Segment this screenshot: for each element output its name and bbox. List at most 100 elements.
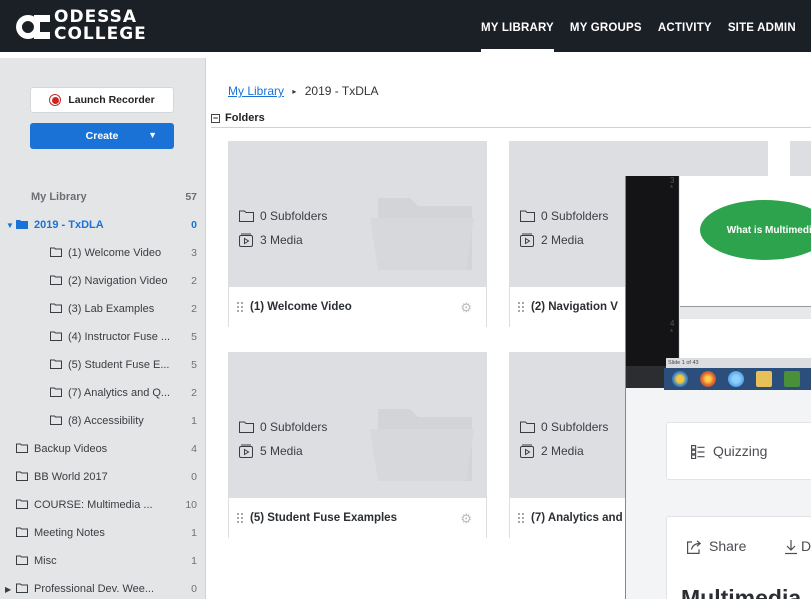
slide-thumbnail[interactable] <box>680 319 811 359</box>
create-button[interactable]: Create ▼ <box>30 123 174 149</box>
sidebar-item-misc[interactable]: Misc 1 <box>0 547 206 575</box>
gear-icon[interactable]: ⚙ <box>460 511 472 527</box>
share-icon[interactable] <box>687 540 702 554</box>
sidebar-item-label: Meeting Notes <box>34 527 105 539</box>
sidebar-item-course-multimedia[interactable]: COURSE: Multimedia ... 10 <box>0 491 206 519</box>
folder-icon <box>520 421 535 433</box>
nav-my-groups[interactable]: MY GROUPS <box>570 0 642 52</box>
sidebar-item-count: 1 <box>191 555 197 567</box>
nav-my-library[interactable]: MY LIBRARY <box>481 0 554 52</box>
media-icon <box>520 444 534 458</box>
sidebar-item-analytics[interactable]: (7) Analytics and Q... 2 <box>0 379 206 407</box>
drag-handle-icon[interactable] <box>236 512 244 524</box>
logo-text: ODESSA COLLEGE <box>54 9 147 43</box>
sidebar-item-my-library[interactable]: My Library 57 <box>0 183 206 211</box>
app-window: ODESSA COLLEGE MY LIBRARY MY GROUPS ACTI… <box>0 0 811 599</box>
collapse-toggle-icon[interactable]: − <box>211 114 220 123</box>
ppt-status-bar: Slide 1 of 43 <box>666 358 811 368</box>
sidebar-item-count: 2 <box>191 387 197 399</box>
nav-site-admin[interactable]: SITE ADMIN <box>728 0 796 52</box>
main-nav: MY LIBRARY MY GROUPS ACTIVITY SITE ADMIN <box>481 0 796 52</box>
folder-thumbnail: 0 Subfolders 5 Media <box>229 353 486 498</box>
sidebar-item-welcome-video[interactable]: (1) Welcome Video 3 <box>0 239 206 267</box>
quizzing-label: Quizzing <box>713 443 768 459</box>
media-count: 2 Media <box>520 444 584 458</box>
folder-thumbnail: 0 Subfolders 3 Media <box>229 142 486 287</box>
folder-card-welcome-video[interactable]: 0 Subfolders 3 Media (1) Welcome Video ⚙ <box>228 141 487 327</box>
sidebar-item-student-fuse[interactable]: (5) Student Fuse E... 5 <box>0 351 206 379</box>
large-folder-icon <box>370 409 474 481</box>
media-count-text: 3 Media <box>260 233 303 247</box>
folder-card-title[interactable]: (7) Analytics and <box>531 512 623 524</box>
logo-mark-icon <box>16 15 50 39</box>
ppt-status-text: Slide 1 of 43 <box>668 360 699 366</box>
firefox-icon[interactable] <box>700 371 716 387</box>
subfolder-count: 0 Subfolders <box>520 420 608 434</box>
media-icon <box>239 233 253 247</box>
folder-open-icon <box>16 220 28 229</box>
sidebar-item-count: 5 <box>191 331 197 343</box>
subfolder-count-text: 0 Subfolders <box>541 209 609 223</box>
sidebar-item-professional-dev[interactable]: ▶ Professional Dev. Wee... 0 <box>0 575 206 599</box>
sidebar-item-label: BB World 2017 <box>34 471 108 483</box>
folder-icon <box>16 527 28 537</box>
folder-icon <box>239 210 254 222</box>
drag-handle-icon[interactable] <box>517 301 525 313</box>
folders-section-header: − Folders <box>211 112 811 128</box>
folder-card-student-fuse-examples[interactable]: 0 Subfolders 5 Media (5) Student Fuse Ex… <box>228 352 487 538</box>
folder-card-title[interactable]: (5) Student Fuse Examples <box>250 512 397 524</box>
presentation-screenshot: 3 * What is Multimedia 4 * Slide 1 of 43 <box>626 176 811 390</box>
sidebar-item-bb-world[interactable]: BB World 2017 0 <box>0 463 206 491</box>
media-count-text: 5 Media <box>260 444 303 458</box>
sidebar-item-label: (4) Instructor Fuse ... <box>68 331 171 343</box>
folder-icon <box>50 415 62 425</box>
sidebar-item-count: 0 <box>191 583 197 595</box>
sidebar-item-count: 57 <box>185 191 197 203</box>
logo-line2: COLLEGE <box>54 24 147 44</box>
folder-icon <box>50 359 62 369</box>
sidebar-item-label: Misc <box>34 555 57 567</box>
sidebar-item-label: COURSE: Multimedia ... <box>34 499 153 511</box>
media-preview-window[interactable]: 3 * What is Multimedia 4 * Slide 1 of 43… <box>625 176 811 599</box>
gear-icon[interactable]: ⚙ <box>460 300 472 316</box>
sidebar-item-backup-videos[interactable]: Backup Videos 4 <box>0 435 206 463</box>
share-label[interactable]: Share <box>709 538 746 554</box>
sidebar-item-lab-examples[interactable]: (3) Lab Examples 2 <box>0 295 206 323</box>
quiz-list-icon <box>691 445 705 459</box>
internet-explorer-icon[interactable] <box>728 371 744 387</box>
download-label[interactable]: D <box>801 538 811 554</box>
create-label: Create <box>85 130 119 142</box>
drag-handle-icon[interactable] <box>236 301 244 313</box>
launch-recorder-label: Launch Recorder <box>68 94 155 106</box>
quizzing-tab[interactable]: Quizzing <box>666 422 811 480</box>
sidebar-item-count: 2 <box>191 303 197 315</box>
media-title: Multimedia <box>681 585 802 599</box>
sidebar-item-label: (7) Analytics and Q... <box>68 387 171 399</box>
sidebar-item-instructor-fuse[interactable]: (4) Instructor Fuse ... 5 <box>0 323 206 351</box>
sidebar-item-navigation-video[interactable]: (2) Navigation Video 2 <box>0 267 206 295</box>
folder-icon <box>16 555 28 565</box>
sidebar-item-meeting-notes[interactable]: Meeting Notes 1 <box>0 519 206 547</box>
folder-card-title[interactable]: (2) Navigation V <box>531 301 618 313</box>
subfolder-count-text: 0 Subfolders <box>541 420 609 434</box>
nav-activity[interactable]: ACTIVITY <box>658 0 712 52</box>
sidebar-item-label: 2019 - TxDLA <box>34 219 104 231</box>
app-icon[interactable] <box>784 371 800 387</box>
windows-start-icon[interactable] <box>672 371 688 387</box>
sidebar-item-label: (2) Navigation Video <box>68 275 168 287</box>
sidebar-item-2019-txdla[interactable]: ▼ 2019 - TxDLA 0 <box>0 211 206 239</box>
windows-taskbar <box>664 368 811 390</box>
download-icon[interactable] <box>784 539 798 555</box>
expanded-arrow-icon[interactable]: ▼ <box>6 221 14 230</box>
sidebar-item-count: 4 <box>191 443 197 455</box>
breadcrumb-my-library-link[interactable]: My Library <box>228 84 284 98</box>
folder-icon <box>50 331 62 341</box>
drag-handle-icon[interactable] <box>517 512 525 524</box>
file-explorer-icon[interactable] <box>756 371 772 387</box>
odessa-college-logo[interactable]: ODESSA COLLEGE <box>14 9 164 45</box>
collapsed-arrow-icon[interactable]: ▶ <box>5 585 11 594</box>
sidebar-item-accessibility[interactable]: (8) Accessibility 1 <box>0 407 206 435</box>
folder-icon <box>50 303 62 313</box>
folder-card-title[interactable]: (1) Welcome Video <box>250 301 352 313</box>
launch-recorder-button[interactable]: Launch Recorder <box>30 87 174 113</box>
